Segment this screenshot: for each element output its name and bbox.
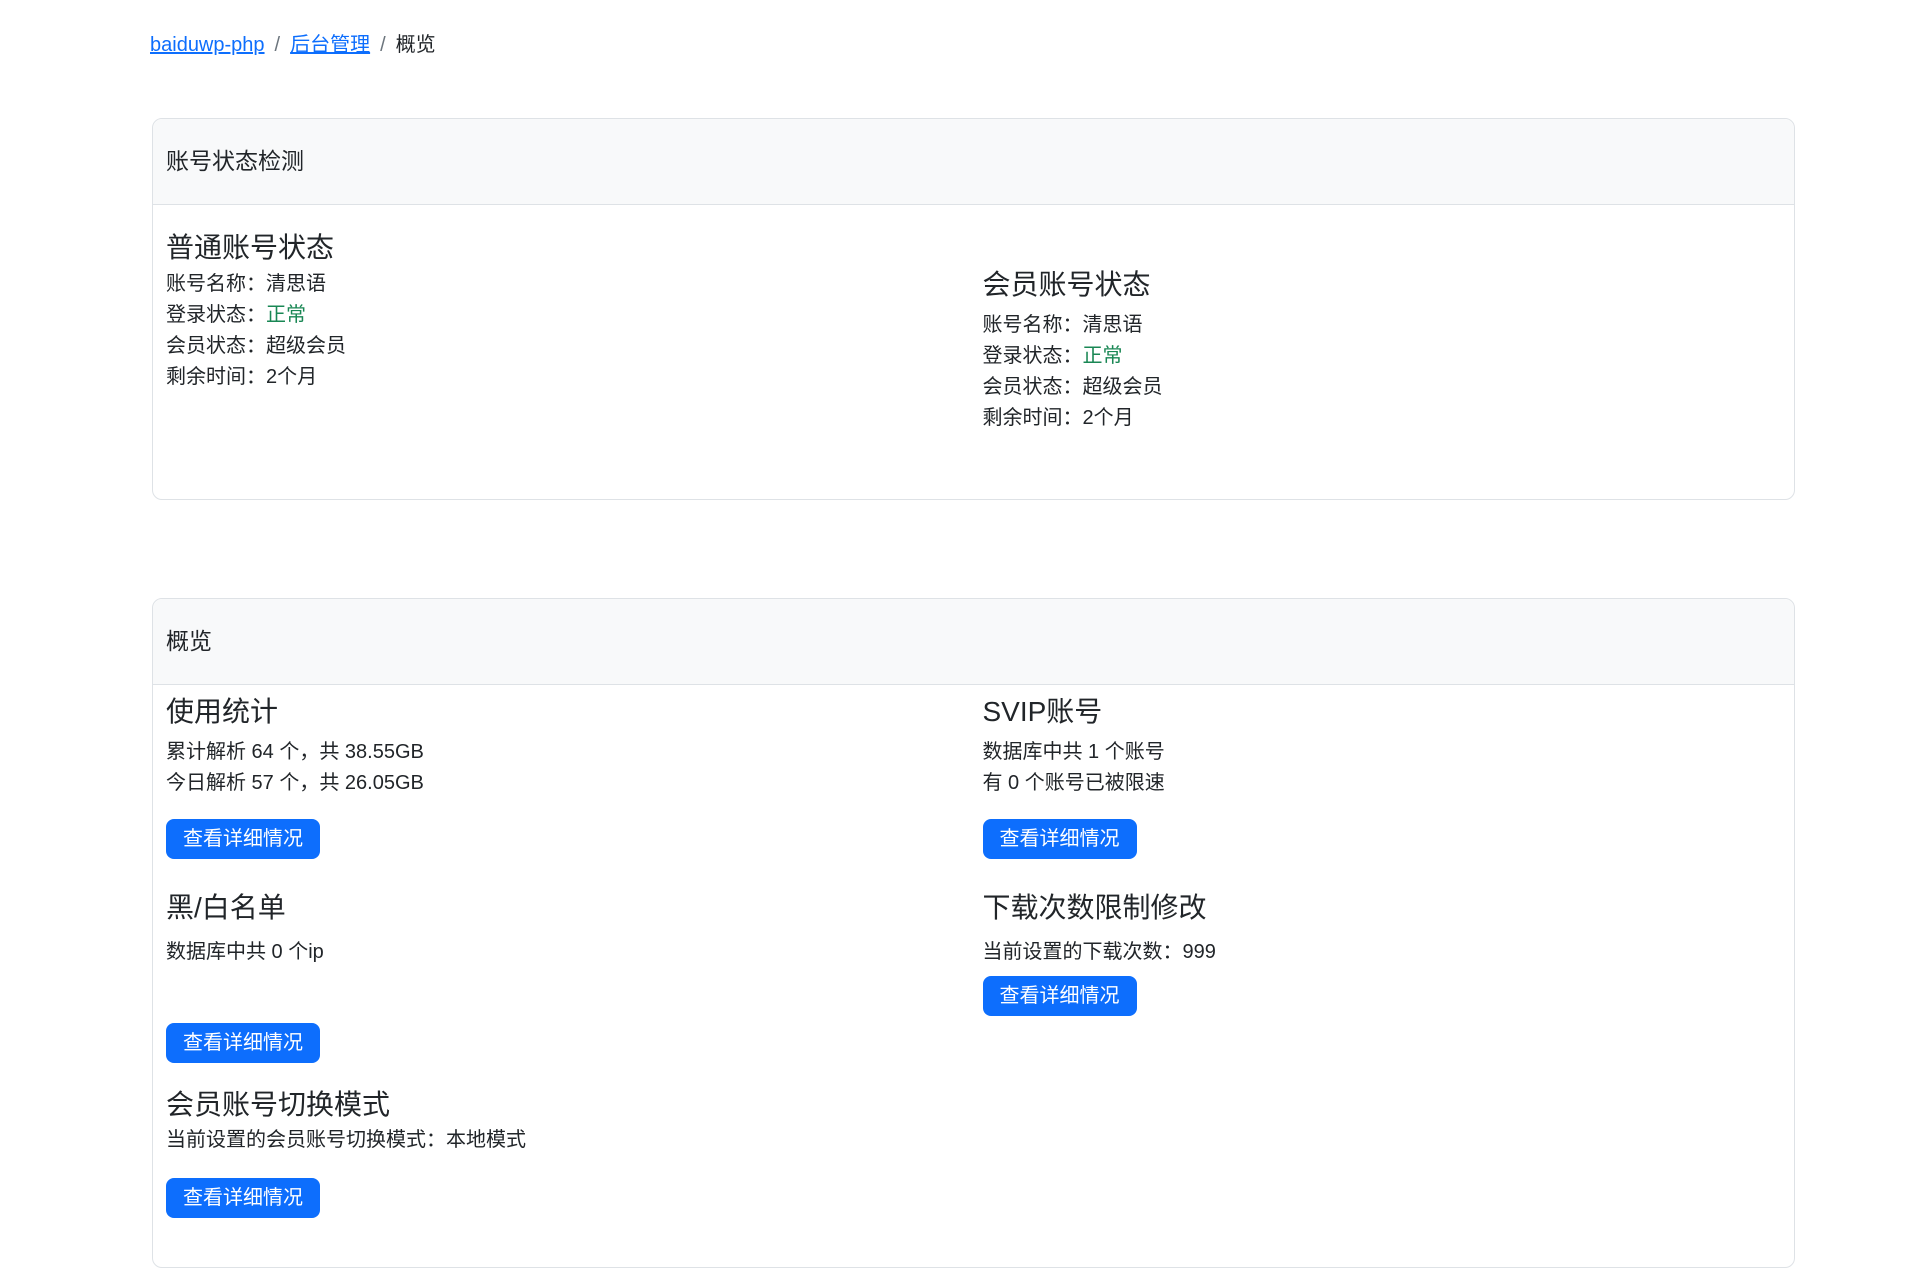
account-row: 账号名称：清思语 xyxy=(983,310,1782,341)
row-label: 账号名称： xyxy=(983,314,1083,336)
row-value: 2个月 xyxy=(1083,407,1134,429)
row-label: 剩余时间： xyxy=(983,407,1083,429)
usage-detail-button[interactable]: 查看详细情况 xyxy=(166,819,320,859)
usage-stats-lines: 累计解析 64 个，共 38.55GB 今日解析 57 个，共 26.05GB xyxy=(166,737,974,799)
overview-right-column: SVIP账号 数据库中共 1 个账号 有 0 个账号已被限速 查看详细情况 下载… xyxy=(974,695,1782,1218)
breadcrumb-current-overview: 概览 xyxy=(396,33,436,57)
overview-card-header: 概览 xyxy=(153,599,1794,685)
account-status-card: 账号状态检测 普通账号状态 账号名称：清思语 登录状态：正常 会员状态：超级会员… xyxy=(152,118,1795,500)
account-row: 剩余时间：2个月 xyxy=(983,403,1782,434)
download-limit-detail-button[interactable]: 查看详细情况 xyxy=(983,976,1137,1016)
row-value: 超级会员 xyxy=(266,335,346,357)
row-label: 会员状态： xyxy=(983,376,1083,398)
blacklist-detail-button[interactable]: 查看详细情况 xyxy=(166,1023,320,1063)
blacklist-button-row: 查看详细情况 xyxy=(166,968,974,1063)
download-limit-title: 下载次数限制修改 xyxy=(983,891,1782,925)
breadcrumb-separator: / xyxy=(380,33,386,57)
breadcrumb-link-admin[interactable]: 后台管理 xyxy=(290,33,370,57)
svip-count-line: 数据库中共 1 个账号 xyxy=(983,737,1782,768)
normal-account-column: 普通账号状态 账号名称：清思语 登录状态：正常 会员状态：超级会员 剩余时间：2… xyxy=(166,231,974,434)
account-row: 剩余时间：2个月 xyxy=(166,362,974,393)
blacklist-count-line: 数据库中共 0 个ip xyxy=(166,937,974,968)
normal-account-rows: 账号名称：清思语 登录状态：正常 会员状态：超级会员 剩余时间：2个月 xyxy=(166,269,974,393)
row-label: 剩余时间： xyxy=(166,366,266,388)
switch-mode-title: 会员账号切换模式 xyxy=(166,1088,974,1122)
svip-button-row: 查看详细情况 xyxy=(983,799,1782,859)
account-status-card-body: 普通账号状态 账号名称：清思语 登录状态：正常 会员状态：超级会员 剩余时间：2… xyxy=(153,205,1794,434)
switch-mode-line: 当前设置的会员账号切换模式：本地模式 xyxy=(166,1125,974,1156)
row-label: 登录状态： xyxy=(166,304,266,326)
login-status-value: 正常 xyxy=(266,304,306,326)
switch-mode-button-row: 查看详细情况 xyxy=(166,1156,974,1218)
account-row: 登录状态：正常 xyxy=(166,300,974,331)
blacklist-title: 黑/白名单 xyxy=(166,891,974,925)
vip-account-title: 会员账号状态 xyxy=(983,268,1782,302)
download-limit-line: 当前设置的下载次数：999 xyxy=(983,937,1782,968)
row-label: 会员状态： xyxy=(166,335,266,357)
overview-card: 概览 使用统计 累计解析 64 个，共 38.55GB 今日解析 57 个，共 … xyxy=(152,598,1795,1268)
usage-today-line: 今日解析 57 个，共 26.05GB xyxy=(166,768,974,799)
account-row: 账号名称：清思语 xyxy=(166,269,974,300)
usage-stats-title: 使用统计 xyxy=(166,695,974,729)
account-row: 会员状态：超级会员 xyxy=(166,331,974,362)
overview-card-body: 使用统计 累计解析 64 个，共 38.55GB 今日解析 57 个，共 26.… xyxy=(153,685,1794,1218)
row-label: 登录状态： xyxy=(983,345,1083,367)
row-value: 清思语 xyxy=(266,273,326,295)
row-value: 超级会员 xyxy=(1083,376,1163,398)
usage-total-line: 累计解析 64 个，共 38.55GB xyxy=(166,737,974,768)
svip-lines: 数据库中共 1 个账号 有 0 个账号已被限速 xyxy=(983,737,1782,799)
switch-mode-lines: 当前设置的会员账号切换模式：本地模式 xyxy=(166,1125,974,1156)
breadcrumb-separator: / xyxy=(275,33,281,57)
page: baiduwp-php / 后台管理 / 概览 账号状态检测 普通账号状态 账号… xyxy=(150,33,1795,1268)
normal-account-title: 普通账号状态 xyxy=(166,231,974,265)
switch-mode-detail-button[interactable]: 查看详细情况 xyxy=(166,1178,320,1218)
breadcrumb-link-home[interactable]: baiduwp-php xyxy=(150,33,265,57)
svip-title: SVIP账号 xyxy=(983,695,1782,729)
blacklist-lines: 数据库中共 0 个ip xyxy=(166,937,974,968)
vip-account-rows: 账号名称：清思语 登录状态：正常 会员状态：超级会员 剩余时间：2个月 xyxy=(983,310,1782,434)
account-row: 会员状态：超级会员 xyxy=(983,372,1782,403)
row-value: 清思语 xyxy=(1083,314,1143,336)
account-status-card-header: 账号状态检测 xyxy=(153,119,1794,205)
account-row: 登录状态：正常 xyxy=(983,341,1782,372)
row-value: 2个月 xyxy=(266,366,317,388)
download-limit-lines: 当前设置的下载次数：999 xyxy=(983,937,1782,968)
usage-button-row: 查看详细情况 xyxy=(166,799,974,859)
svip-limited-line: 有 0 个账号已被限速 xyxy=(983,768,1782,799)
vip-account-column: 会员账号状态 账号名称：清思语 登录状态：正常 会员状态：超级会员 剩余时间：2… xyxy=(974,231,1782,434)
login-status-value: 正常 xyxy=(1083,345,1123,367)
svip-detail-button[interactable]: 查看详细情况 xyxy=(983,819,1137,859)
row-label: 账号名称： xyxy=(166,273,266,295)
download-limit-button-row: 查看详细情况 xyxy=(983,968,1782,1016)
overview-left-column: 使用统计 累计解析 64 个，共 38.55GB 今日解析 57 个，共 26.… xyxy=(166,695,974,1218)
breadcrumb: baiduwp-php / 后台管理 / 概览 xyxy=(150,33,1795,57)
